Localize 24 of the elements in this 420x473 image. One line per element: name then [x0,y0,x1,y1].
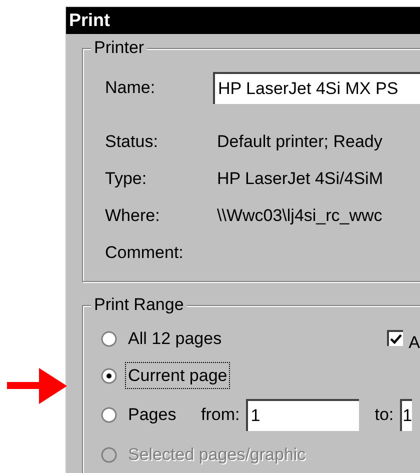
to-field[interactable]: 1 [400,399,412,431]
printer-name-field[interactable]: HP LaserJet 4Si MX PS [213,72,420,104]
radio-label: All 12 pages [127,328,223,350]
radio-button[interactable] [101,330,117,346]
radio-label: Pages [127,404,178,426]
from-label: from: [201,404,240,426]
info-label: Comment: [105,242,184,264]
info-value: Default printer; Ready [217,130,382,153]
to-label: to: [374,404,394,426]
info-value: \\Wwc03\lj4si_rc_wwc [217,204,382,227]
info-label: Type: [105,168,148,190]
window-title: Print [69,9,110,32]
from-field[interactable]: 1 [246,399,359,431]
pointer-arrow [7,368,67,404]
radio-label: Selected pages/graphic [127,444,307,466]
info-label: Where: [105,204,161,227]
checkbox-label: A [408,332,420,354]
radio-button[interactable] [101,368,117,384]
name-label: Name: [105,77,156,100]
info-value: HP LaserJet 4Si/4SiM [217,168,383,190]
radio-label: Current page [125,362,230,390]
radio-button[interactable] [101,407,117,423]
checkbox[interactable] [386,330,403,346]
info-label: Status: [105,130,159,153]
